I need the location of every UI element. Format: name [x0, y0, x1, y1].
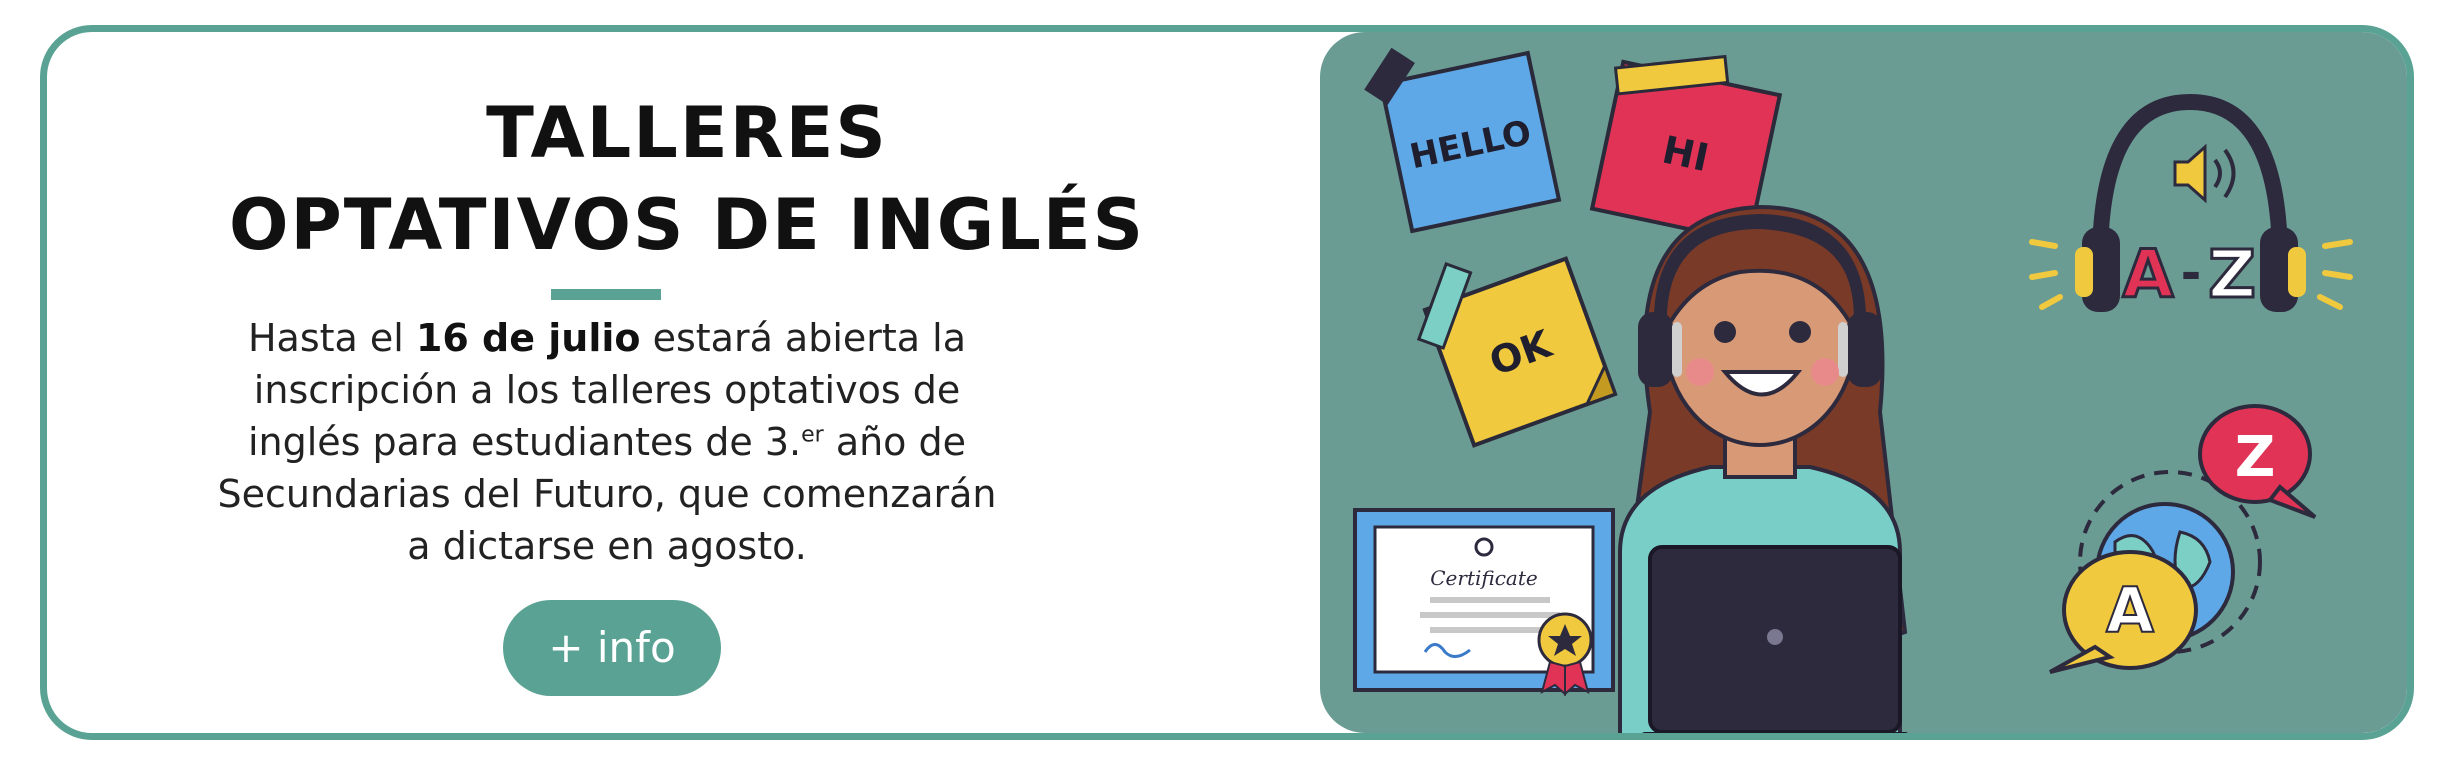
description-line-5: a dictarse en agosto.: [407, 524, 807, 568]
ordinal-superscript: er: [801, 422, 824, 448]
hi-note-text: HI: [1658, 128, 1712, 181]
info-banner: TALLERES OPTATIVOS DE INGLÉS Hasta el 16…: [40, 25, 2414, 740]
title-line-2: OPTATIVOS DE INGLÉS: [228, 184, 1146, 266]
speech-bubble-a: A: [2049, 550, 2198, 674]
banner-description: Hasta el 16 de julio estará abierta la i…: [157, 312, 1057, 572]
deadline-date: 16 de julio: [415, 316, 641, 360]
certificate-icon: Certificate: [1353, 508, 1615, 697]
globe-language-icon: Z A: [2049, 404, 2317, 674]
title-line-1: TALLERES: [486, 92, 888, 174]
title-divider: [551, 289, 661, 300]
speech-bubble-z: Z: [2198, 404, 2317, 519]
bubble-letter-z: Z: [2235, 425, 2276, 490]
text-panel: TALLERES OPTATIVOS DE INGLÉS Hasta el 16…: [47, 32, 1327, 733]
description-line-3: inglés para estudiantes de 3.er año de: [157, 416, 1057, 468]
description-line-2: inscripción a los talleres optativos de: [253, 368, 961, 412]
description-line-4: Secundarias del Futuro, que comenzarán: [217, 472, 997, 516]
description-line-3-pre: inglés para estudiantes de 3.: [247, 420, 802, 464]
headphones-letter-a: A: [2122, 236, 2173, 313]
description-line-1-rest: estará abierta la: [640, 316, 967, 360]
illustration-panel: HELLO HI OK A - Z Certificate Z A: [1320, 32, 2407, 733]
headphones-letter-z: Z: [2208, 236, 2256, 313]
student-with-laptop: [1617, 204, 1908, 733]
student-illustration: HELLO HI OK A - Z Certificate Z A: [1353, 47, 2353, 733]
description-line-3-post: año de: [823, 420, 967, 464]
hello-sticky-note: HELLO: [1364, 47, 1562, 234]
headphones-dash: -: [2181, 244, 2202, 302]
banner-title: TALLERES OPTATIVOS DE INGLÉS: [47, 87, 1327, 271]
bubble-letter-a: A: [2106, 574, 2154, 647]
ok-sticky-note: OK: [1416, 256, 1618, 448]
speaker-icon: [2173, 143, 2236, 204]
laptop-icon: [1642, 545, 1908, 733]
headphones-a-z-icon: A - Z: [2029, 93, 2353, 315]
description-line-1: Hasta el 16 de julio estará abierta la: [157, 312, 1057, 364]
certificate-title: Certificate: [1430, 566, 1537, 590]
description-prefix: Hasta el: [247, 316, 416, 360]
more-info-button[interactable]: + info: [503, 600, 721, 696]
